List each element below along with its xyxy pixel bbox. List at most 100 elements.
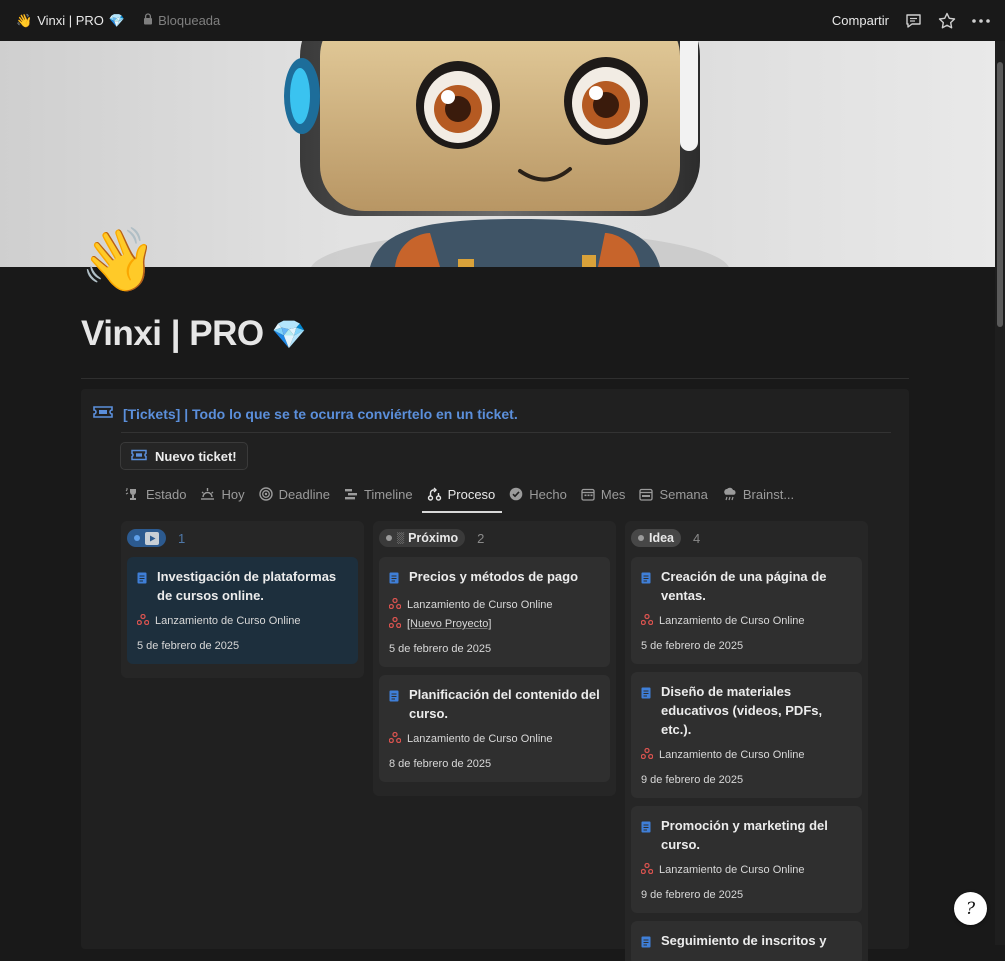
dotted-pattern-icon: ░ [397, 532, 404, 544]
database-header[interactable]: [Tickets] | Todo lo que se te ocurra con… [93, 405, 518, 422]
locked-indicator[interactable]: Bloqueada [143, 13, 220, 28]
new-ticket-button[interactable]: Nuevo ticket! [120, 442, 248, 470]
help-button[interactable]: ? [954, 892, 987, 925]
play-icon [145, 531, 159, 545]
ticket-card[interactable]: Precios y métodos de pago Lanzamiento de… [379, 557, 610, 667]
relation-label: Lanzamiento de Curso Online [407, 599, 553, 611]
tab-timeline[interactable]: Timeline [344, 481, 413, 507]
top-bar: 👋 Vinxi | PRO 💎 Bloqueada Compartir [0, 0, 1005, 41]
card-date: 5 de febrero de 2025 [137, 640, 240, 652]
breadcrumb-page[interactable]: 👋 Vinxi | PRO 💎 [16, 13, 125, 29]
column-header[interactable]: Idea 4 [631, 527, 862, 549]
relation-project[interactable]: Lanzamiento de Curso Online [640, 613, 852, 628]
ticket-card[interactable]: Promoción y marketing del curso. Lanzami… [631, 806, 862, 913]
status-badge[interactable]: Idea [631, 529, 682, 547]
gem-icon: 💎 [271, 318, 307, 350]
tab-label: Timeline [363, 486, 413, 502]
card-date: 9 de febrero de 2025 [641, 889, 744, 901]
tab-label: Mes [600, 486, 626, 502]
card-title: Investigación de plataformas de cursos o… [157, 569, 337, 603]
ticket-card[interactable]: Investigación de plataformas de cursos o… [127, 557, 358, 664]
board-column-idea: Idea 4 Creación de una página de ventas.… [625, 521, 868, 961]
document-icon [641, 819, 651, 854]
tab-label: Semana [659, 486, 708, 502]
tab-mes[interactable]: Mes [581, 481, 626, 507]
column-header[interactable]: 1 [127, 527, 358, 549]
locked-label: Bloqueada [158, 13, 221, 28]
relation-label: [Nuevo Proyecto] [407, 618, 492, 630]
document-icon [641, 685, 651, 739]
relation-label: Lanzamiento de Curso Online [407, 733, 553, 745]
tab-hoy[interactable]: Hoy [200, 481, 245, 507]
relation-label: Lanzamiento de Curso Online [659, 615, 805, 627]
relation-project[interactable]: [Nuevo Proyecto] [388, 616, 600, 631]
tab-label: Hecho [529, 486, 567, 502]
status-dot [386, 535, 392, 541]
status-badge[interactable] [127, 529, 166, 547]
card-title: Creación de una página de ventas. [661, 569, 827, 603]
tab-label: Deadline [278, 486, 330, 502]
relation-project[interactable]: Lanzamiento de Curso Online [640, 862, 852, 877]
share-button[interactable]: Compartir [832, 13, 889, 28]
project-relation-icon [136, 613, 150, 628]
new-ticket-label: Nuevo ticket! [155, 448, 237, 464]
status-label: Idea [649, 531, 675, 545]
relation-project[interactable]: Lanzamiento de Curso Online [136, 613, 348, 628]
gem-icon: 💎 [108, 12, 126, 28]
card-date: 8 de febrero de 2025 [389, 758, 492, 770]
star-icon[interactable] [937, 11, 957, 31]
status-badge[interactable]: ░ Próximo [379, 529, 466, 547]
ticket-card[interactable]: Planificación del contenido del curso. L… [379, 675, 610, 782]
relation-label: Lanzamiento de Curso Online [155, 615, 301, 627]
page-icon-wave[interactable]: 👋 [80, 230, 157, 292]
card-title: Diseño de materiales educativos (videos,… [661, 684, 823, 737]
page-title-text: Vinxi | PRO [81, 314, 264, 353]
divider [121, 432, 891, 433]
ticket-card[interactable]: Diseño de materiales educativos (videos,… [631, 672, 862, 798]
brain-storm-icon [722, 487, 737, 501]
target-icon [258, 487, 273, 501]
project-relation-icon [640, 862, 654, 877]
tab-estado[interactable]: Estado [125, 481, 186, 507]
project-relation-icon [388, 597, 402, 612]
breadcrumb: 👋 Vinxi | PRO 💎 Bloqueada [16, 13, 832, 29]
card-title: Planificación del contenido del curso. [409, 687, 600, 721]
timeline-icon [344, 488, 358, 500]
more-options-icon[interactable] [971, 11, 991, 31]
tab-brainstorm[interactable]: Brainst... [722, 481, 794, 507]
relation-project[interactable]: Lanzamiento de Curso Online [388, 731, 600, 746]
flow-icon [427, 487, 442, 501]
tab-proceso[interactable]: Proceso [421, 481, 502, 513]
sparkle-trophy-icon [125, 487, 140, 501]
document-icon [641, 570, 651, 605]
ticket-icon [131, 449, 147, 464]
tab-label: Hoy [221, 486, 245, 502]
ticket-card[interactable]: Creación de una página de ventas. Lanzam… [631, 557, 862, 664]
scrollbar-thumb[interactable] [997, 62, 1003, 327]
column-header[interactable]: ░ Próximo 2 [379, 527, 610, 549]
help-glyph: ? [965, 898, 976, 919]
relation-project[interactable]: Lanzamiento de Curso Online [388, 597, 600, 612]
tab-semana[interactable]: Semana [639, 481, 708, 507]
sunrise-icon [200, 487, 215, 501]
document-icon [137, 570, 147, 605]
card-title: Promoción y marketing del curso. [661, 818, 828, 852]
card-title: Precios y métodos de pago [409, 569, 579, 584]
document-icon [389, 570, 399, 589]
relation-project[interactable]: Lanzamiento de Curso Online [640, 747, 852, 762]
card-title: Seguimiento de inscritos y [661, 933, 827, 948]
lock-icon [143, 13, 153, 28]
wave-emoji-icon: 👋 [16, 12, 33, 28]
tab-deadline[interactable]: Deadline [258, 481, 330, 507]
ticket-icon [93, 405, 113, 422]
ticket-card[interactable]: Seguimiento de inscritos y [631, 921, 862, 961]
comment-icon[interactable] [903, 11, 923, 31]
tab-hecho[interactable]: Hecho [509, 481, 567, 507]
column-count: 4 [693, 530, 701, 546]
breadcrumb-title: Vinxi | PRO [37, 13, 104, 28]
relation-label: Lanzamiento de Curso Online [659, 864, 805, 876]
column-count: 1 [178, 530, 186, 546]
status-label: Próximo [408, 531, 459, 545]
card-date: 5 de febrero de 2025 [389, 643, 492, 655]
tab-label: Brainst... [742, 486, 795, 502]
